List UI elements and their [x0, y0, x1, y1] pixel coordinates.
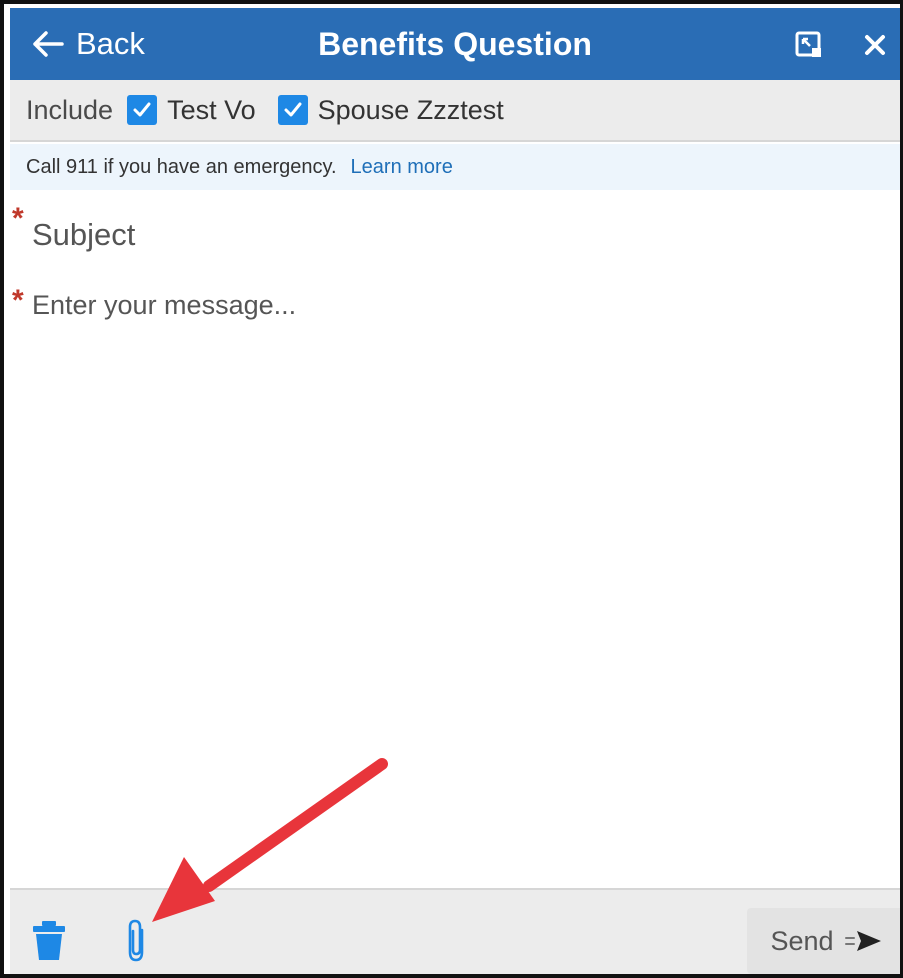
- paperclip-icon[interactable]: [122, 918, 152, 964]
- checkbox-checked-icon[interactable]: [277, 95, 308, 125]
- recipient-label: Test Vo: [167, 94, 256, 125]
- required-marker: *: [12, 202, 24, 235]
- trash-icon[interactable]: [32, 920, 66, 962]
- send-button[interactable]: Send: [747, 908, 900, 974]
- recipient-label: Spouse Zzztest: [317, 94, 504, 125]
- send-label: Send: [770, 925, 834, 956]
- recipient-checkbox-test-vo[interactable]: Test Vo: [127, 95, 256, 126]
- emergency-notice-text: Call 911 if you have an emergency.: [26, 155, 337, 178]
- message-input[interactable]: [32, 290, 882, 870]
- subject-input[interactable]: [32, 212, 872, 258]
- recipient-checkbox-spouse-zzztest[interactable]: Spouse Zzztest: [277, 94, 504, 126]
- popout-icon[interactable]: [794, 30, 824, 60]
- include-bar: Include Test Vo Spouse Zzztest: [10, 80, 900, 142]
- close-icon[interactable]: [860, 30, 890, 60]
- checkbox-checked-icon[interactable]: [127, 95, 158, 125]
- required-marker: *: [12, 284, 24, 317]
- header-bar: Back Benefits Question: [10, 8, 900, 80]
- emergency-notice: Call 911 if you have an emergency. Learn…: [10, 144, 900, 190]
- compose-footer: Send: [10, 888, 900, 974]
- compose-window: Back Benefits Question Include Test Vo S…: [0, 0, 903, 978]
- send-arrow-icon: [844, 931, 881, 951]
- page-title: Benefits Question: [318, 26, 592, 62]
- include-label: Include: [26, 94, 114, 125]
- learn-more-link[interactable]: Learn more: [351, 156, 453, 179]
